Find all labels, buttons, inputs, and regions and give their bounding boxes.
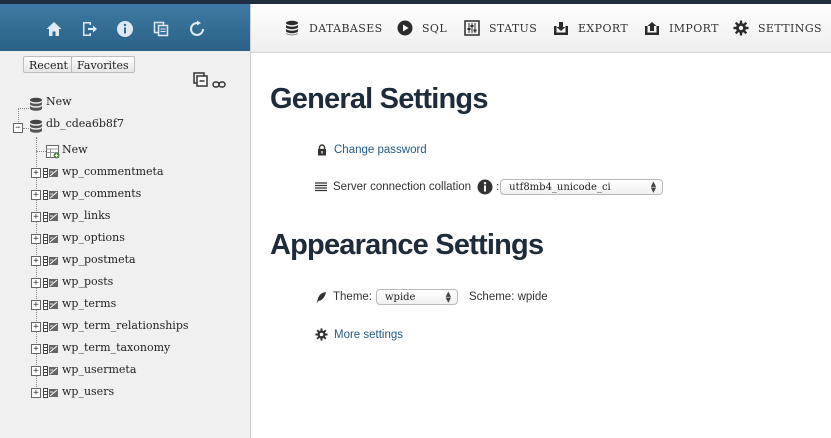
- expand-icon[interactable]: +: [31, 278, 41, 288]
- menu-status[interactable]: STATUS: [464, 4, 537, 52]
- table-icon: [43, 277, 59, 289]
- new-database-link[interactable]: New: [46, 95, 72, 109]
- new-table-link[interactable]: New: [62, 143, 88, 157]
- tree-item-table[interactable]: wp_terms: [62, 297, 116, 311]
- link-icon[interactable]: [212, 75, 226, 94]
- tree-item-table[interactable]: wp_posts: [62, 275, 113, 289]
- gear-icon: [315, 328, 328, 341]
- recent-button[interactable]: Recent: [23, 56, 74, 73]
- menu-export[interactable]: EXPORT: [553, 4, 628, 52]
- navigation-panel: Recent Favorites New − db_cdea6b8f7 New + wp_…: [0, 4, 251, 438]
- collapse-icon[interactable]: −: [13, 123, 23, 133]
- menu-sql[interactable]: SQL: [397, 4, 447, 52]
- select-arrows-icon: ▲ ▼: [445, 290, 451, 304]
- table-icon: [43, 365, 59, 377]
- menu-label: IMPORT: [669, 21, 719, 35]
- general-settings-heading: General Settings: [270, 83, 488, 115]
- menu-import[interactable]: IMPORT: [644, 4, 719, 52]
- more-settings-row: More settings: [315, 328, 403, 341]
- reload-icon[interactable]: [188, 20, 206, 38]
- export-icon: [553, 20, 569, 36]
- tree-item-table[interactable]: wp_term_relationships: [62, 319, 189, 333]
- home-icon[interactable]: [45, 20, 63, 38]
- tree-item-table[interactable]: wp_postmeta: [62, 253, 136, 267]
- table-icon: [43, 167, 59, 179]
- collation-select[interactable]: utf8mb4_unicode_ci ▲ ▼: [500, 179, 664, 195]
- list-icon: [315, 181, 327, 193]
- expand-icon[interactable]: +: [31, 168, 41, 178]
- colon-label: :: [496, 181, 500, 193]
- expand-icon[interactable]: +: [31, 300, 41, 310]
- more-settings-link[interactable]: More settings: [334, 329, 403, 341]
- collation-select-value: utf8mb4_unicode_ci: [509, 181, 611, 193]
- theme-select[interactable]: wpide ▲ ▼: [376, 289, 458, 305]
- tree-item-table[interactable]: wp_commentmeta: [62, 165, 164, 179]
- tree-item-table[interactable]: wp_users: [62, 385, 114, 399]
- collation-row: Server connection collation : utf8mb4_un…: [315, 179, 664, 195]
- table-icon: [43, 321, 59, 333]
- lock-icon: [316, 144, 328, 156]
- change-password-link[interactable]: Change password: [334, 144, 427, 156]
- menu-label: SETTINGS: [758, 21, 822, 35]
- table-icon: [43, 233, 59, 245]
- sliders-icon: [464, 20, 480, 36]
- tree-item-table[interactable]: wp_comments: [62, 187, 141, 201]
- table-icon: [43, 387, 59, 399]
- tree-item-table[interactable]: wp_links: [62, 209, 110, 223]
- menu-label: EXPORT: [578, 21, 629, 35]
- expand-icon[interactable]: +: [31, 234, 41, 244]
- change-password-row: Change password: [316, 144, 427, 156]
- expand-icon[interactable]: +: [31, 344, 41, 354]
- menu-label: SQL: [422, 21, 448, 35]
- table-icon: [43, 255, 59, 267]
- menu-label: DATABASES: [309, 21, 383, 35]
- new-table-icon: [46, 145, 60, 159]
- menu-label: STATUS: [489, 21, 538, 35]
- tree-item-table[interactable]: wp_usermeta: [62, 363, 136, 377]
- expand-icon[interactable]: +: [31, 212, 41, 222]
- tree-line: [18, 108, 29, 109]
- favorites-button[interactable]: Favorites: [71, 56, 135, 73]
- expand-icon[interactable]: +: [31, 388, 41, 398]
- expand-icon[interactable]: +: [31, 190, 41, 200]
- table-icon: [43, 189, 59, 201]
- database-icon: [29, 97, 43, 112]
- navigation-header: [0, 4, 250, 51]
- logout-icon[interactable]: [80, 20, 98, 38]
- tree-item-table[interactable]: wp_term_taxonomy: [62, 341, 170, 355]
- copy-icon[interactable]: [152, 20, 170, 38]
- top-menubar: DATABASES SQL STATUS EXPORT IMPORT SETTI…: [251, 4, 831, 53]
- database-icon: [29, 119, 43, 134]
- info-icon[interactable]: [116, 20, 134, 38]
- theme-label: Theme:: [333, 291, 372, 303]
- menu-settings[interactable]: SETTINGS: [733, 4, 822, 52]
- menu-databases[interactable]: DATABASES: [284, 4, 383, 52]
- play-icon: [397, 20, 413, 36]
- tree-line: [36, 151, 46, 152]
- theme-row: Theme: wpide ▲ ▼ Scheme: wpide: [315, 289, 548, 305]
- tree-item-table[interactable]: wp_options: [62, 231, 125, 245]
- expand-icon[interactable]: +: [31, 256, 41, 266]
- collation-label: Server connection collation: [333, 181, 472, 193]
- expand-icon[interactable]: +: [31, 366, 41, 376]
- scheme-label: Scheme: wpide: [469, 291, 548, 303]
- theme-select-value: wpide: [385, 291, 416, 303]
- database-icon: [284, 20, 300, 36]
- select-arrows-icon: ▲ ▼: [650, 180, 657, 194]
- expand-icon[interactable]: +: [31, 322, 41, 332]
- info-icon[interactable]: [477, 179, 493, 195]
- collapse-all-icon[interactable]: [193, 72, 209, 92]
- gear-icon: [733, 20, 749, 36]
- table-icon: [43, 343, 59, 355]
- table-icon: [43, 211, 59, 223]
- database-name-link[interactable]: db_cdea6b8f7: [46, 117, 124, 131]
- feather-icon: [315, 291, 327, 303]
- appearance-settings-heading: Appearance Settings: [270, 229, 544, 261]
- import-icon: [644, 20, 660, 36]
- table-icon: [43, 299, 59, 311]
